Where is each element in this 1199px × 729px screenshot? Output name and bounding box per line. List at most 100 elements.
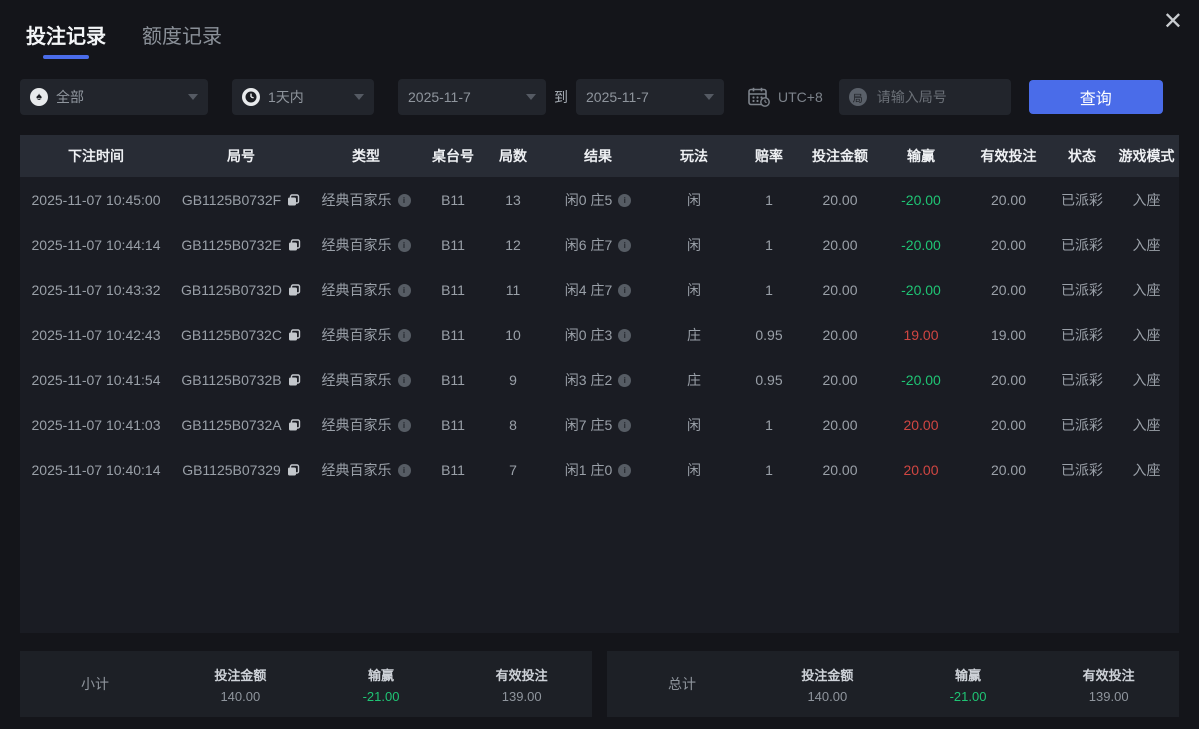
records-table: 下注时间 局号 类型 桌台号 局数 结果 玩法 赔率 投注金额 输赢 有效投注 …: [20, 135, 1179, 492]
bet-time-cell: 2025-11-07 10:41:54: [31, 371, 161, 388]
result-text: 闲7 庄5: [564, 416, 613, 433]
copy-icon[interactable]: [288, 239, 301, 252]
odds-cell: 1: [765, 461, 773, 478]
bet-time-cell: 2025-11-07 10:43:32: [31, 281, 161, 298]
col-round-no: 局数: [484, 135, 542, 177]
col-bet-time: 下注时间: [20, 135, 172, 177]
table-no-cell: B11: [441, 326, 465, 343]
result-cell: 闲0 庄3: [542, 312, 654, 357]
bet-amount-cell: 20.00: [822, 281, 858, 298]
table-row: 2025-11-07 10:44:14 GB1125B0732E 经典百家乐 B…: [20, 222, 1179, 267]
result-info-icon[interactable]: [618, 374, 632, 388]
result-info-icon[interactable]: [618, 329, 632, 343]
timezone-indicator: UTC+8: [748, 87, 823, 107]
col-valid-bet: 有效投注: [966, 135, 1051, 177]
play-cell: 闲: [687, 281, 701, 298]
table-row: 2025-11-07 10:41:54 GB1125B0732B 经典百家乐 B…: [20, 357, 1179, 402]
status-cell: 已派彩: [1061, 191, 1103, 208]
valid-bet-cell: 20.00: [990, 461, 1027, 478]
game-type-value: 全部: [56, 89, 84, 105]
copy-icon[interactable]: [288, 284, 301, 297]
valid-bet-cell: 20.00: [990, 371, 1027, 388]
close-icon[interactable]: ✕: [1159, 6, 1187, 38]
spade-icon: ♠: [30, 88, 48, 106]
copy-icon[interactable]: [287, 194, 300, 207]
round-no-cell: 12: [505, 236, 521, 253]
type-info-icon[interactable]: [397, 239, 411, 253]
round-search-input[interactable]: [874, 88, 1001, 106]
tab-bet-records[interactable]: 投注记录: [26, 20, 106, 61]
game-mode-cell: 入座: [1132, 281, 1161, 298]
date-to-picker[interactable]: 2025-11-7: [576, 79, 724, 115]
type-info-icon[interactable]: [397, 329, 411, 343]
round-id-cell: GB1125B0732E: [172, 222, 310, 267]
bet-amount-cell: 20.00: [822, 461, 858, 478]
play-cell: 闲: [687, 461, 701, 478]
col-odds: 赔率: [734, 135, 804, 177]
result-info-icon[interactable]: [618, 284, 632, 298]
type-info-icon[interactable]: [397, 374, 411, 388]
copy-icon[interactable]: [287, 464, 300, 477]
play-cell: 庄: [687, 326, 701, 343]
subtotal-label: 小计: [81, 676, 109, 692]
win-loss-cell: -20.00: [901, 236, 941, 253]
valid-bet-cell: 20.00: [990, 236, 1027, 253]
table-row: 2025-11-07 10:42:43 GB1125B0732C 经典百家乐 B…: [20, 312, 1179, 357]
time-range-value: 1天内: [268, 89, 304, 105]
type-info-icon[interactable]: [397, 194, 411, 208]
result-info-icon[interactable]: [618, 194, 632, 208]
bet-amount-cell: 20.00: [822, 371, 858, 388]
subtotal-box: 小计 投注金额 140.00 输赢 -21.00 有效投注 139.00: [20, 651, 592, 717]
game-type-cell: 经典百家乐: [310, 222, 422, 267]
search-button[interactable]: 查询: [1028, 80, 1163, 114]
round-no-cell: 11: [505, 281, 521, 298]
table-no-cell: B11: [441, 191, 465, 208]
total-win-loss: 输赢 -21.00: [949, 667, 987, 704]
game-type-cell: 经典百家乐: [310, 447, 422, 492]
type-info-icon[interactable]: [397, 464, 411, 478]
copy-icon[interactable]: [288, 329, 301, 342]
total-label: 总计: [668, 676, 696, 692]
result-cell: 闲7 庄5: [542, 402, 654, 447]
date-from-value: 2025-11-7: [408, 89, 471, 105]
game-mode-cell: 入座: [1132, 461, 1161, 478]
status-cell: 已派彩: [1061, 371, 1103, 388]
result-info-icon[interactable]: [618, 239, 632, 253]
bet-amount-cell: 20.00: [822, 191, 858, 208]
subtotal-bet-amount: 投注金额 140.00: [214, 667, 267, 704]
col-game-mode: 游戏模式: [1113, 135, 1179, 177]
round-id-cell: GB1125B0732D: [172, 267, 310, 312]
round-id-text: GB1125B0732B: [181, 371, 282, 388]
win-loss-cell: -20.00: [901, 371, 941, 388]
odds-cell: 1: [765, 281, 773, 298]
calendar-clock-icon: [748, 87, 770, 107]
result-text: 闲0 庄3: [564, 326, 613, 343]
date-from-picker[interactable]: 2025-11-7: [398, 79, 546, 115]
tab-bar: 投注记录 额度记录: [0, 0, 1199, 61]
copy-icon[interactable]: [288, 374, 301, 387]
game-type-dropdown[interactable]: ♠ 全部: [20, 79, 208, 115]
round-id-cell: GB1125B0732F: [172, 177, 310, 222]
game-mode-cell: 入座: [1132, 236, 1161, 253]
col-round-id: 局号: [172, 135, 310, 177]
bet-time-cell: 2025-11-07 10:40:14: [31, 461, 161, 478]
bet-time-cell: 2025-11-07 10:42:43: [31, 326, 161, 343]
time-range-dropdown[interactable]: 1天内: [232, 79, 374, 115]
copy-icon[interactable]: [288, 419, 301, 432]
bet-time-cell: 2025-11-07 10:45:00: [31, 191, 161, 208]
subtotal-valid-bet: 有效投注 139.00: [495, 667, 548, 704]
game-type-cell: 经典百家乐: [310, 312, 422, 357]
result-info-icon[interactable]: [618, 419, 632, 433]
round-id-text: GB1125B0732F: [181, 191, 282, 208]
result-info-icon[interactable]: [618, 464, 632, 478]
round-no-cell: 9: [509, 371, 517, 388]
timezone-value: UTC+8: [778, 89, 823, 105]
round-search-field[interactable]: 局: [838, 79, 1011, 115]
round-id-text: GB1125B0732D: [181, 281, 282, 298]
type-info-icon[interactable]: [397, 284, 411, 298]
tab-quota-records[interactable]: 额度记录: [142, 20, 222, 61]
type-info-icon[interactable]: [397, 419, 411, 433]
total-bet-amount: 投注金额 140.00: [801, 667, 854, 704]
round-no-cell: 8: [509, 416, 517, 433]
table-body: 2025-11-07 10:45:00 GB1125B0732F 经典百家乐 B…: [20, 177, 1179, 492]
